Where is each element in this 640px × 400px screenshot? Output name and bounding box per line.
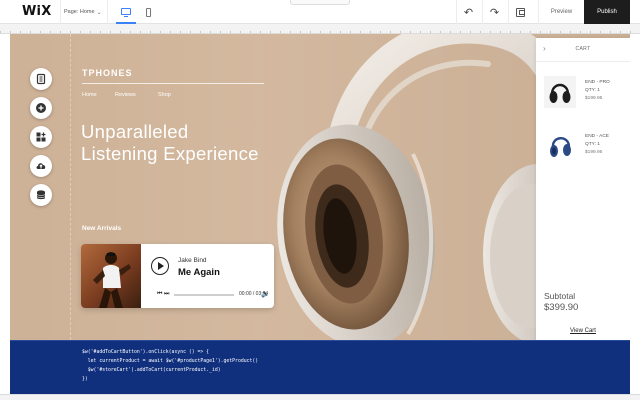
save-icon — [516, 7, 525, 17]
runner-image — [93, 252, 131, 308]
add-apps-icon — [36, 132, 46, 142]
cart-item-qty: QTY: 1 — [585, 88, 600, 93]
guide-line — [70, 34, 71, 340]
mobile-icon — [145, 7, 151, 17]
cart-item-name: END - PRO — [585, 80, 610, 85]
site-brand[interactable]: TPHONES — [82, 68, 133, 78]
album-art — [81, 244, 141, 308]
undo-button[interactable]: ↶ — [456, 0, 480, 24]
track-title: Me Again — [178, 267, 220, 278]
hero-headline-line-2: Listening Experience — [81, 143, 259, 164]
nav-link-home[interactable]: Home — [82, 92, 97, 98]
hero-headline: Unparalleled Listening Experience — [81, 121, 291, 165]
skip-back-icon[interactable]: ⏮ — [157, 291, 162, 298]
upload-icon — [36, 163, 46, 169]
add-icon — [36, 103, 46, 113]
horizontal-ruler — [0, 24, 640, 34]
cart-item-price: $199.95 — [585, 96, 603, 101]
pages-menu-button[interactable] — [30, 68, 52, 90]
site-url-tab[interactable] — [290, 0, 350, 5]
cart-item-qty: QTY: 1 — [585, 142, 600, 147]
publish-button[interactable]: Publish — [584, 0, 630, 24]
play-icon[interactable] — [151, 257, 169, 275]
section-label: New Arrivals — [82, 225, 122, 232]
cart-item-price: $199.95 — [585, 150, 603, 155]
chevron-down-icon: ⌄ — [96, 9, 102, 16]
wix-logo: WiX — [22, 4, 52, 19]
cart-item-name: END - ACE — [585, 134, 609, 139]
page-selector[interactable]: Page: Home ⌄ — [60, 0, 108, 24]
cart-item-image[interactable] — [544, 130, 576, 162]
code-line[interactable]: $w('#storeCart').addToCart(currentProduc… — [82, 368, 221, 373]
redo-button[interactable]: ↷ — [482, 0, 506, 24]
window-bottom-edge — [0, 394, 640, 400]
code-line[interactable]: let currentProduct = await $w('#productP… — [82, 359, 258, 364]
code-editor[interactable]: $w('#addToCartButton').onClick(async () … — [10, 340, 630, 394]
redo-icon: ↷ — [489, 6, 500, 19]
database-button[interactable] — [30, 184, 52, 206]
music-player[interactable]: Jake Bind Me Again ⏮ ⏭ 00:00 / 03:04 🔈 — [81, 244, 274, 308]
pages-icon — [36, 73, 46, 85]
undo-icon: ↶ — [463, 6, 474, 19]
track-progress-bar[interactable] — [174, 294, 234, 296]
mobile-view-button[interactable] — [138, 0, 158, 24]
subtotal-value: $399.90 — [544, 302, 579, 313]
add-elements-button[interactable] — [30, 97, 52, 119]
cart-header: › CART — [536, 38, 630, 62]
nav-link-reviews[interactable]: Reviews — [115, 92, 136, 98]
media-upload-button[interactable] — [30, 155, 52, 177]
desktop-view-button[interactable] — [116, 0, 136, 24]
save-button[interactable] — [508, 0, 532, 24]
page-selector-label: Page: Home — [64, 9, 95, 15]
nav-link-shop[interactable]: Shop — [158, 92, 171, 98]
preview-button[interactable]: Preview — [538, 0, 584, 24]
code-line[interactable]: }) — [82, 377, 88, 382]
artist-name: Jake Bind — [178, 257, 207, 264]
headphones-image — [277, 34, 568, 340]
add-apps-button[interactable] — [30, 126, 52, 148]
editor-canvas[interactable]: TPHONES Home Reviews Shop Unparalleled L… — [10, 34, 630, 340]
volume-icon[interactable]: 🔈 — [261, 290, 270, 298]
hero-headline-line-1: Unparalleled — [81, 121, 189, 142]
code-line[interactable]: $w('#addToCartButton').onClick(async () … — [82, 350, 209, 355]
cart-title: CART — [575, 46, 591, 52]
subtotal-label: Subtotal — [544, 291, 576, 301]
database-icon — [36, 190, 46, 200]
desktop-icon — [121, 7, 131, 17]
header-divider — [82, 83, 264, 84]
cart-item-image[interactable] — [544, 76, 576, 108]
cart-panel: › CART END - PRO QTY: 1 $199.95 END - AC… — [536, 38, 630, 340]
editor-toolbar: WiX Page: Home ⌄ ↶ ↷ Preview Publish — [0, 0, 640, 24]
skip-forward-icon[interactable]: ⏭ — [164, 291, 169, 298]
view-cart-link[interactable]: View Cart — [536, 328, 630, 334]
